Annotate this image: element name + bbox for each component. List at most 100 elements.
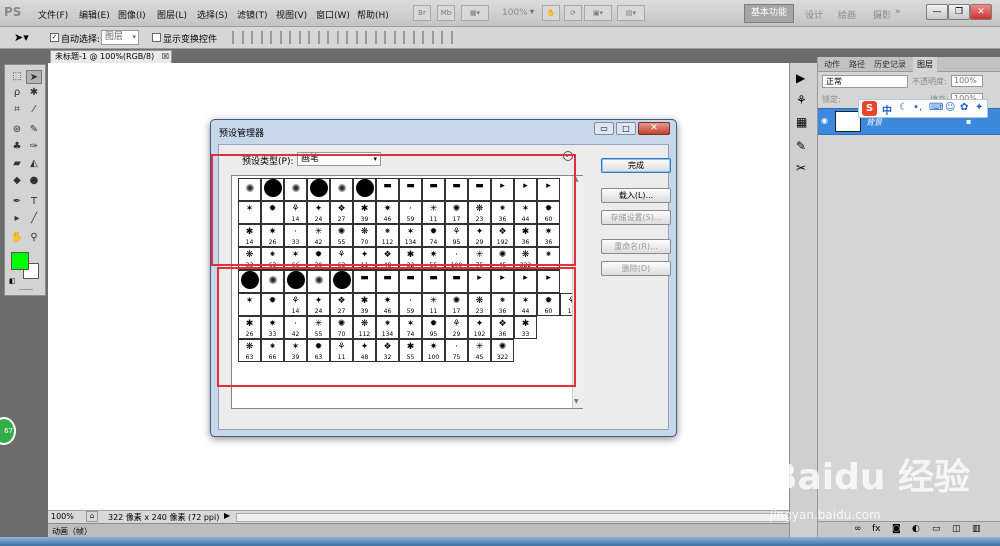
hand-tool-icon[interactable]: ✋ xyxy=(9,231,25,245)
ime-moon-icon[interactable]: ☾ xyxy=(899,102,908,113)
workspace-design-link[interactable]: 设计 xyxy=(805,8,823,21)
auto-align-icon[interactable] xyxy=(441,31,453,44)
dodge-tool-icon[interactable]: ● xyxy=(26,174,42,188)
save-set-button[interactable]: 存储设置(S)... xyxy=(601,210,671,225)
trash-icon[interactable]: ▥ xyxy=(972,524,981,534)
magic-wand-tool-icon[interactable]: ✱ xyxy=(26,86,42,100)
side-badge[interactable]: 67 xyxy=(0,417,16,445)
path-selection-tool-icon[interactable]: ▸ xyxy=(9,212,25,226)
line-tool-icon[interactable]: ╱ xyxy=(26,212,42,226)
menu-file[interactable]: 文件(F) xyxy=(38,8,68,21)
mini-bridge-icon[interactable]: Mb xyxy=(437,5,455,21)
menu-select[interactable]: 选择(S) xyxy=(197,8,228,21)
align-top-icon[interactable] xyxy=(232,31,244,44)
dialog-close-icon[interactable]: ✕ xyxy=(638,122,670,135)
pen-tool-icon[interactable]: ✒ xyxy=(9,195,25,209)
done-button[interactable]: 完成 xyxy=(601,158,671,173)
restore-button[interactable]: ❐ xyxy=(948,4,970,20)
document-tab[interactable]: 未标题-1 @ 100%(RGB/8) ☒ xyxy=(50,50,172,63)
ime-keyboard-icon[interactable]: ⌨ xyxy=(929,102,943,113)
tab-history[interactable]: 历史记录 xyxy=(874,59,906,71)
ime-user-icon[interactable]: ☺ xyxy=(945,102,955,113)
menu-view[interactable]: 视图(V) xyxy=(276,8,307,21)
menu-window[interactable]: 窗口(W) xyxy=(316,8,350,21)
menu-filter[interactable]: 滤镜(T) xyxy=(237,8,268,21)
menu-help[interactable]: 帮助(H) xyxy=(357,8,389,21)
blend-mode-dropdown[interactable]: 正常 xyxy=(822,75,908,88)
status-menu-arrow-icon[interactable]: ▶ xyxy=(224,511,230,520)
move-tool-preset-icon[interactable]: ➤▾ xyxy=(14,31,29,44)
foreground-color-swatch[interactable] xyxy=(11,252,29,270)
distribute-vcenter-icon[interactable] xyxy=(365,31,377,44)
auto-select-checkbox[interactable]: ✓ xyxy=(50,33,59,42)
sogou-logo-icon[interactable]: S xyxy=(862,101,877,116)
distribute-bottom-icon[interactable] xyxy=(384,31,396,44)
menu-image[interactable]: 图像(I) xyxy=(118,8,146,21)
animation-label[interactable]: 动画（帧） xyxy=(52,526,92,537)
ime-punct-icon[interactable]: •, xyxy=(913,102,922,113)
view-extras-icon[interactable]: ▦▾ xyxy=(461,5,489,21)
load-button[interactable]: 载入(L)... xyxy=(601,188,671,203)
default-colors-icon[interactable]: ◧ xyxy=(9,277,16,285)
clone-stamp-tool-icon[interactable]: ♣ xyxy=(9,140,25,154)
history-panel-icon[interactable]: ▦ xyxy=(796,115,807,129)
workspace-more-icon[interactable]: » xyxy=(895,7,901,17)
scroll-down-icon[interactable]: ▼ xyxy=(574,398,579,405)
layer-mask-icon[interactable]: ◙ xyxy=(892,524,901,534)
tab-actions[interactable]: 动作 xyxy=(824,59,840,71)
eyedropper-tool-icon[interactable]: ⁄ xyxy=(26,103,42,117)
arrange-documents-icon[interactable]: ▣▾ xyxy=(584,5,612,21)
ime-chinese-mode[interactable]: 中 xyxy=(882,102,892,117)
layer-style-icon[interactable]: fx xyxy=(872,524,881,534)
distribute-left-icon[interactable] xyxy=(403,31,415,44)
dialog-minimize-icon[interactable]: ▭ xyxy=(594,122,614,135)
align-hcenter-icon[interactable] xyxy=(308,31,320,44)
align-vcenter-icon[interactable] xyxy=(251,31,263,44)
menu-edit[interactable]: 编辑(E) xyxy=(79,8,110,21)
hand-tool-icon[interactable]: ✋ xyxy=(542,5,560,21)
zoom-dropdown-icon[interactable]: ▾ xyxy=(530,7,534,16)
workspace-photography-link[interactable]: 摄影 xyxy=(873,8,891,21)
delete-button[interactable]: 删除(D) xyxy=(601,261,671,276)
auto-select-dropdown[interactable]: 图层 ▾ xyxy=(101,30,139,45)
workspace-essentials-button[interactable]: 基本功能 xyxy=(744,4,794,23)
eraser-tool-icon[interactable]: ▰ xyxy=(9,157,25,171)
status-icon[interactable]: ⌂ xyxy=(86,511,98,522)
horizontal-scrollbar[interactable] xyxy=(236,513,789,522)
distribute-top-icon[interactable] xyxy=(346,31,358,44)
close-button[interactable]: ✕ xyxy=(970,4,992,20)
move-tool-icon[interactable]: ➤ xyxy=(26,70,42,84)
zoom-level-menu[interactable]: 100% xyxy=(502,8,528,18)
show-transform-controls-checkbox[interactable] xyxy=(152,33,161,42)
link-layers-icon[interactable]: ∞ xyxy=(854,524,862,534)
healing-brush-tool-icon[interactable]: ⊛ xyxy=(9,123,25,137)
menu-layer[interactable]: 图层(L) xyxy=(157,8,187,21)
actions-panel-icon[interactable]: ▶ xyxy=(796,71,805,85)
paint-bucket-tool-icon[interactable]: ◭ xyxy=(26,157,42,171)
zoom-tool-icon[interactable]: ⚲ xyxy=(26,231,42,245)
rename-button[interactable]: 重命名(R)... xyxy=(601,239,671,254)
brush-tool-icon[interactable]: ✎ xyxy=(26,123,42,137)
layer-name[interactable]: 背景 xyxy=(866,117,882,128)
new-group-icon[interactable]: ▭ xyxy=(932,524,941,534)
screen-mode-icon[interactable]: ▤▾ xyxy=(617,5,645,21)
align-bottom-icon[interactable] xyxy=(270,31,282,44)
minimize-button[interactable]: — xyxy=(926,4,948,20)
ime-skin-icon[interactable]: ✿ xyxy=(960,102,968,113)
distribute-hcenter-icon[interactable] xyxy=(422,31,434,44)
paths-panel-icon[interactable]: ⚘ xyxy=(796,93,807,107)
ime-settings-icon[interactable]: ✦ xyxy=(975,102,983,113)
dialog-maximize-icon[interactable]: □ xyxy=(616,122,636,135)
marquee-tool-icon[interactable]: ⬚ xyxy=(9,70,25,84)
status-zoom[interactable]: 100% xyxy=(51,512,74,521)
close-icon[interactable]: ☒ xyxy=(162,51,169,63)
workspace-painting-link[interactable]: 绘画 xyxy=(838,8,856,21)
tool-presets-panel-icon[interactable]: ✂ xyxy=(796,161,806,175)
opacity-input[interactable]: 100% xyxy=(951,75,983,87)
new-layer-icon[interactable]: ◫ xyxy=(952,524,961,534)
crop-tool-icon[interactable]: ⌗ xyxy=(9,103,25,117)
adjustment-layer-icon[interactable]: ◐ xyxy=(912,524,920,534)
blur-tool-icon[interactable]: ◆ xyxy=(9,174,25,188)
tab-paths[interactable]: 路径 xyxy=(849,59,865,71)
rotate-view-icon[interactable]: ⟳ xyxy=(564,5,582,21)
